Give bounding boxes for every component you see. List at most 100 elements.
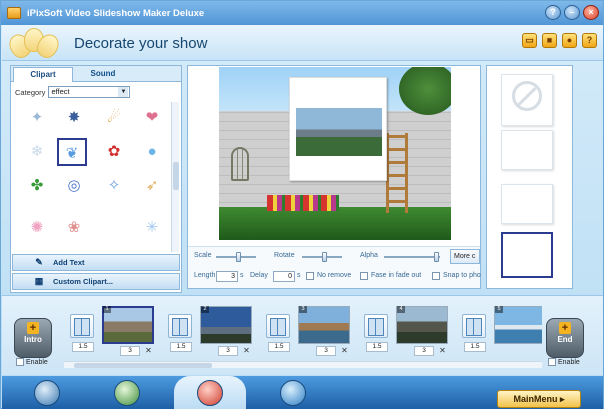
intro-enable[interactable]: Enable xyxy=(16,358,48,366)
nav-photo-icon[interactable] xyxy=(34,380,60,406)
preview-photo-frame[interactable] xyxy=(289,77,387,181)
fade-checkbox[interactable] xyxy=(360,272,368,280)
length-input[interactable]: 3 xyxy=(216,271,238,282)
close-icon[interactable]: × xyxy=(583,5,599,20)
custom-clipart-button[interactable]: ▦ Custom Clipart... xyxy=(12,273,180,290)
transition-duration[interactable]: 1.5 xyxy=(366,342,388,352)
transition-duration[interactable]: 1.5 xyxy=(170,342,192,352)
clipart-glow-icon[interactable]: ✺ xyxy=(22,214,52,242)
transition-item[interactable]: 1.5 xyxy=(66,302,96,356)
frame-option-1[interactable] xyxy=(501,130,553,170)
slide-item[interactable]: 3 3 ✕ xyxy=(296,302,354,356)
transition-item[interactable]: 1.5 xyxy=(360,302,390,356)
clipart-bunny-icon[interactable]: ❀ xyxy=(59,214,89,242)
add-text-button[interactable]: ✎ Add Text xyxy=(12,254,180,271)
delete-slide-icon[interactable]: ✕ xyxy=(144,346,153,356)
frame-option-2[interactable] xyxy=(501,184,553,224)
category-value: effect xyxy=(51,87,70,96)
scrollbar-thumb[interactable] xyxy=(74,363,212,368)
nav-decorate-icon[interactable] xyxy=(197,380,223,406)
no-remove-checkbox[interactable] xyxy=(306,272,314,280)
clipart-ring-icon[interactable]: ◎ xyxy=(59,172,89,200)
slide-strip: 1.5 1 3 ✕ 1.5 2 3 ✕ 1.5 3 3 ✕ 1.5 4 3 ✕ … xyxy=(64,299,542,369)
delete-slide-icon[interactable]: ✕ xyxy=(242,346,251,356)
preview-panel: Scale Rotate Alpha More c Length 3 s Del… xyxy=(187,65,481,289)
clipart-frog-icon[interactable]: ✤ xyxy=(22,172,52,200)
clipart-scrollbar[interactable] xyxy=(171,102,179,252)
slide-duration[interactable]: 3 xyxy=(218,346,238,356)
nav-publish-icon[interactable] xyxy=(280,380,306,406)
snap-checkbox[interactable] xyxy=(432,272,440,280)
end-button[interactable]: + End xyxy=(546,318,584,358)
clipart-comet-icon[interactable]: ☄ xyxy=(99,104,129,132)
more-button[interactable]: More c xyxy=(450,249,480,264)
tab-clipart[interactable]: Clipart xyxy=(13,67,73,82)
clipart-star-icon[interactable]: ✸ xyxy=(59,104,89,132)
main-menu-button[interactable]: MainMenu ▸ xyxy=(497,390,581,408)
end-label: End xyxy=(557,335,573,344)
end-enable[interactable]: Enable xyxy=(548,358,580,366)
slide-duration[interactable]: 3 xyxy=(120,346,140,356)
clipart-hearts-icon[interactable]: ❤ xyxy=(137,104,167,132)
transition-duration[interactable]: 1.5 xyxy=(72,342,94,352)
transition-icon xyxy=(266,314,290,338)
chevron-down-icon[interactable]: ▼ xyxy=(118,87,129,97)
user-icon[interactable]: ● xyxy=(562,33,577,48)
clipart-sparkle-icon[interactable]: ✦ xyxy=(22,104,52,132)
rotate-knob[interactable] xyxy=(322,252,327,262)
clipart-light-icon[interactable]: ✳ xyxy=(137,214,167,242)
clipart-wand-icon[interactable]: ➶ xyxy=(137,172,167,200)
window-title: iPixSoft Video Slideshow Maker Deluxe xyxy=(27,7,205,19)
transition-duration[interactable]: 1.5 xyxy=(268,342,290,352)
rotate-slider[interactable] xyxy=(302,252,342,262)
frame-option-3[interactable] xyxy=(501,232,553,278)
scrollbar-thumb[interactable] xyxy=(173,162,179,190)
clipart-butterfly-icon[interactable]: ❦ xyxy=(57,138,87,166)
slide-item[interactable]: 5 xyxy=(492,302,542,356)
category-select[interactable]: effect ▼ xyxy=(48,86,131,98)
custom-clipart-label: Custom Clipart... xyxy=(53,277,114,286)
scale-slider[interactable] xyxy=(216,252,256,262)
transition-duration[interactable]: 1.5 xyxy=(464,342,486,352)
clipart-panel: Clipart Sound Category effect ▼ ✦ ✸ ☄ ❤ … xyxy=(10,65,182,293)
frame-panel xyxy=(486,65,573,289)
slide-duration[interactable]: 3 xyxy=(316,346,336,356)
intro-enable-checkbox[interactable] xyxy=(16,358,24,366)
preview-photo xyxy=(296,108,382,156)
slide-item[interactable]: 4 3 ✕ xyxy=(394,302,452,356)
timeline-scrollbar[interactable] xyxy=(64,361,542,368)
frame-none[interactable] xyxy=(501,74,553,126)
transition-item[interactable]: 1.5 xyxy=(458,302,488,356)
help-icon[interactable]: ? xyxy=(545,5,561,20)
end-enable-checkbox[interactable] xyxy=(548,358,556,366)
clipart-bubbles-icon[interactable]: ● xyxy=(137,138,167,166)
transition-icon xyxy=(168,314,192,338)
clipart-cherries-icon[interactable]: ✿ xyxy=(99,138,129,166)
slide-item[interactable]: 2 3 ✕ xyxy=(198,302,256,356)
intro-button[interactable]: + Intro xyxy=(14,318,52,358)
scale-knob[interactable] xyxy=(236,252,241,262)
slide-duration[interactable]: 3 xyxy=(414,346,434,356)
alpha-knob[interactable] xyxy=(434,252,439,262)
delete-slide-icon[interactable]: ✕ xyxy=(340,346,349,356)
help-icon[interactable]: ? xyxy=(582,33,597,48)
folder-icon[interactable]: ▭ xyxy=(522,33,537,48)
delay-input[interactable]: 0 xyxy=(273,271,295,282)
transition-item[interactable]: 1.5 xyxy=(164,302,194,356)
rotate-label: Rotate xyxy=(274,252,295,259)
preview-canvas[interactable] xyxy=(219,67,451,240)
save-icon[interactable]: ■ xyxy=(542,33,557,48)
delete-slide-icon[interactable]: ✕ xyxy=(438,346,447,356)
preview-grass xyxy=(219,207,451,240)
tab-sound[interactable]: Sound xyxy=(73,67,133,82)
transition-icon xyxy=(70,314,94,338)
intro-enable-label: Enable xyxy=(26,358,48,366)
clipart-snow-icon[interactable]: ❄ xyxy=(22,138,52,166)
nav-template-icon[interactable] xyxy=(114,380,140,406)
minimize-icon[interactable]: – xyxy=(564,5,580,20)
transition-item[interactable]: 1.5 xyxy=(262,302,292,356)
slide-item[interactable]: 1 3 ✕ xyxy=(100,302,158,356)
clipart-sparkles-icon[interactable]: ✧ xyxy=(99,172,129,200)
end-enable-label: Enable xyxy=(558,358,580,366)
alpha-slider[interactable] xyxy=(384,252,440,262)
